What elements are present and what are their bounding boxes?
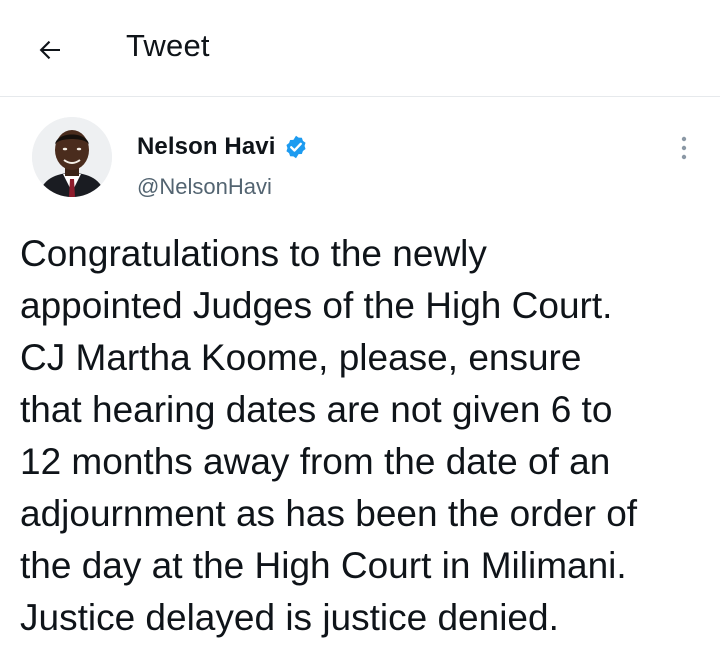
author-name[interactable]: Nelson Havi <box>137 133 275 161</box>
tweet-line: 12 months away from the date of an <box>20 441 611 482</box>
back-button[interactable] <box>28 30 72 70</box>
verified-badge-icon <box>283 134 309 160</box>
profile-photo <box>32 117 112 197</box>
more-options-button[interactable] <box>668 132 700 164</box>
author-name-row[interactable]: Nelson Havi <box>137 133 309 161</box>
tweet-line: Justice delayed is justice denied. <box>20 597 559 638</box>
tweet-line: Congratulations to the newly <box>20 233 487 274</box>
tweet-line: CJ Martha Koome, please, ensure <box>20 337 582 378</box>
tweet-line: the day at the High Court in Milimani. <box>20 545 627 586</box>
arrow-left-icon <box>39 40 60 60</box>
tweet-text: Congratulations to the newly appointed J… <box>20 228 710 644</box>
tweet-line: that hearing dates are not given 6 to <box>20 389 613 430</box>
page-title: Tweet <box>126 28 210 63</box>
top-bar: Tweet <box>0 0 720 97</box>
author-handle[interactable]: @NelsonHavi <box>137 174 272 200</box>
tweet-line: appointed Judges of the High Court. <box>20 285 613 326</box>
avatar[interactable] <box>32 117 112 197</box>
more-vertical-icon <box>681 136 687 160</box>
tweet-line: adjournment as has been the order of <box>20 493 638 534</box>
